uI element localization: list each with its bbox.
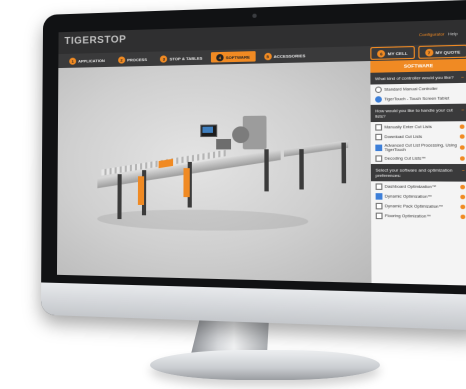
tab-stop-tables[interactable]: 3 STOP & TABLES [155,52,208,64]
help-link[interactable]: Help [448,31,458,37]
checkbox[interactable] [376,183,383,190]
step-number: 6 [377,49,385,57]
option-advanced-cut-list-processing[interactable]: Advanced Cut List Processing, Using Tige… [371,141,466,154]
radio-button-selected[interactable] [375,96,382,103]
step-number: 5 [264,52,272,59]
question-cut-lists[interactable]: How would you like to handle your cut li… [371,103,466,122]
leg-brace [183,168,189,197]
collapse-icon[interactable]: − [461,74,464,80]
radio-button[interactable] [375,86,382,93]
option-manual-cut-lists[interactable]: Manually Enter Cut Lists [371,121,466,132]
options-panel: SOFTWARE What kind of controller would y… [370,59,466,286]
info-icon[interactable] [461,215,466,219]
outfeed-table-rail [284,140,348,156]
material-stack [216,139,231,149]
leg-brace [138,176,144,205]
monitor-stand-base [150,350,380,380]
tab-label: ACCESSORIES [274,52,306,58]
saw-blade [232,126,249,143]
step-number: 3 [160,55,167,62]
info-icon[interactable] [460,134,465,138]
checkbox[interactable] [376,203,383,210]
step-number: 2 [118,56,125,63]
checkbox-checked[interactable] [376,193,383,200]
option-decoding-cut-lists[interactable]: Decoding Cut Lists™ [371,154,466,164]
table-leg [264,149,268,191]
tab-label: PROCESS [127,56,147,62]
table-leg [341,143,346,184]
tab-label: MY QUOTE [435,49,460,55]
checkbox[interactable] [375,133,382,140]
header-links: Configurator Help [419,31,460,38]
3d-viewport[interactable] [57,61,372,283]
step-number: 4 [216,53,223,60]
configurator-link[interactable]: Configurator [419,31,445,37]
tab-label: MY CELL [388,50,408,56]
info-icon[interactable] [460,156,465,160]
monitor: TIGERSTOP Configurator Help 1 APPLICATIO… [41,0,466,331]
screen: TIGERSTOP Configurator Help 1 APPLICATIO… [57,20,466,286]
brand-logo: TIGERSTOP [64,34,126,47]
camera-icon [252,14,256,18]
tab-application[interactable]: 1 APPLICATION [64,55,110,66]
info-icon[interactable] [460,124,465,128]
tab-software[interactable]: 4 SOFTWARE [211,51,255,62]
floor-shadow [97,209,308,233]
checkbox[interactable] [375,124,382,131]
main-content: SOFTWARE What kind of controller would y… [57,59,466,286]
info-icon[interactable] [460,185,465,189]
tab-label: APPLICATION [78,57,105,63]
info-icon[interactable] [460,145,465,149]
table-leg [117,174,121,219]
tab-process[interactable]: 2 PROCESS [113,54,152,65]
collapse-icon[interactable]: − [462,106,465,112]
collapse-icon[interactable]: − [462,167,465,173]
tab-my-cell[interactable]: 6 MY CELL [371,46,415,60]
checkbox[interactable] [375,155,382,161]
checkbox-checked[interactable] [375,144,382,150]
option-flooring-optimization[interactable]: Flooring Optimization™ [371,211,466,222]
tab-label: STOP & TABLES [170,55,203,61]
info-icon[interactable] [460,195,465,199]
controller-screen [202,127,213,133]
checkbox[interactable] [376,213,383,220]
option-download-cut-lists[interactable]: Download Cut Lists [371,131,466,142]
tab-label: SOFTWARE [226,54,250,60]
question-optimization[interactable]: Select your software and optimization pr… [371,164,466,182]
table-leg [299,149,304,189]
tab-my-quote[interactable]: 7 MY QUOTE [418,45,466,59]
info-icon[interactable] [460,205,465,209]
step-number: 1 [69,57,76,64]
step-number: 7 [425,48,433,56]
option-dashboard-optimization[interactable]: Dashboard Optimization™ [371,181,466,191]
tab-accessories[interactable]: 5 ACCESSORIES [258,50,310,62]
